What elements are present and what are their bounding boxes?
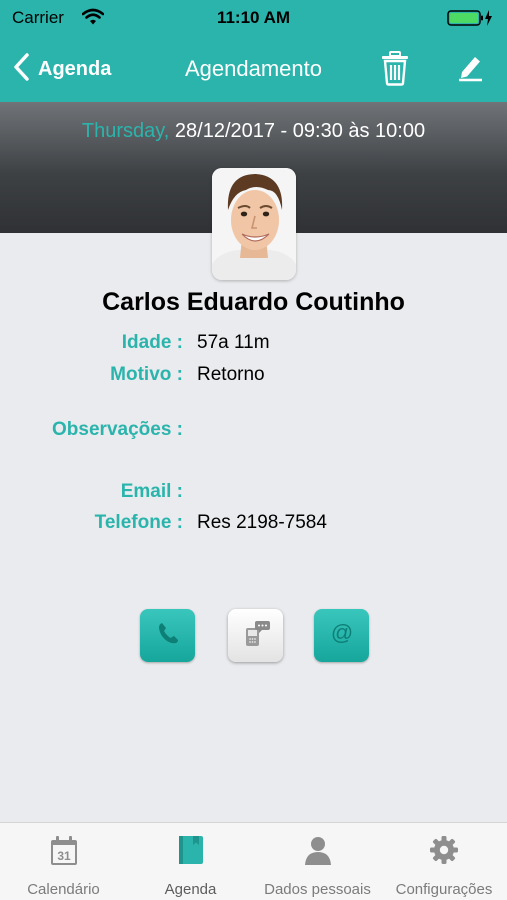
navigation-bar: Agenda Agendamento [0,36,507,102]
tab-dados-pessoais[interactable]: Dados pessoais [254,823,381,900]
tab-agenda[interactable]: Agenda [127,823,254,900]
edit-pencil-icon[interactable] [456,52,484,87]
call-button[interactable] [140,609,195,662]
phone-icon [155,620,181,651]
appointment-date-line: Thursday, 28/12/2017 - 09:30 às 10:00 [0,120,507,143]
at-sign-icon: @ [329,620,355,651]
battery-icon [447,9,493,32]
back-button-label: Agenda [38,58,112,80]
gear-icon [429,835,459,870]
observacoes-label: Observações : [52,419,183,440]
clock-time: 11:10 AM [216,8,291,27]
motivo-label: Motivo : [110,364,183,385]
agenda-book-icon [177,835,205,870]
appointment-weekday: Thursday, [81,120,170,142]
sms-phone-icon [241,618,271,653]
email-button[interactable]: @ [314,609,369,662]
appointment-datetime: 28/12/2017 - 09:30 às 10:00 [174,120,426,142]
patient-name: Carlos Eduardo Coutinho [102,288,405,316]
idade-value: 57a 11m [197,332,270,353]
status-bar: Carrier 11:10 AM [0,0,507,36]
patient-avatar [212,168,296,280]
calendar-day-number: 31 [57,849,71,863]
motivo-value: Retorno [197,364,265,385]
email-label: Email : [120,481,183,502]
tab-calendario-label: Calendário [27,881,100,898]
idade-label: Idade : [121,332,183,353]
telefone-value: Res 2198-7584 [197,512,327,533]
tab-dados-pessoais-label: Dados pessoais [264,881,371,898]
chevron-left-icon [12,52,30,87]
tab-configuracoes-label: Configurações [395,881,493,898]
trash-icon[interactable] [380,50,410,91]
calendar-icon: 31 [49,835,79,872]
tab-configuracoes[interactable]: Configurações [381,823,507,900]
tab-bar: 31 Calendário Agenda Dados pessoais Conf… [0,822,507,900]
tab-agenda-label: Agenda [164,881,217,898]
sms-button[interactable] [228,609,283,662]
svg-text:@: @ [330,620,352,645]
back-button[interactable]: Agenda [12,52,111,87]
telefone-label: Telefone : [94,512,183,533]
person-icon [303,835,333,870]
tab-calendario[interactable]: 31 Calendário [0,823,127,900]
